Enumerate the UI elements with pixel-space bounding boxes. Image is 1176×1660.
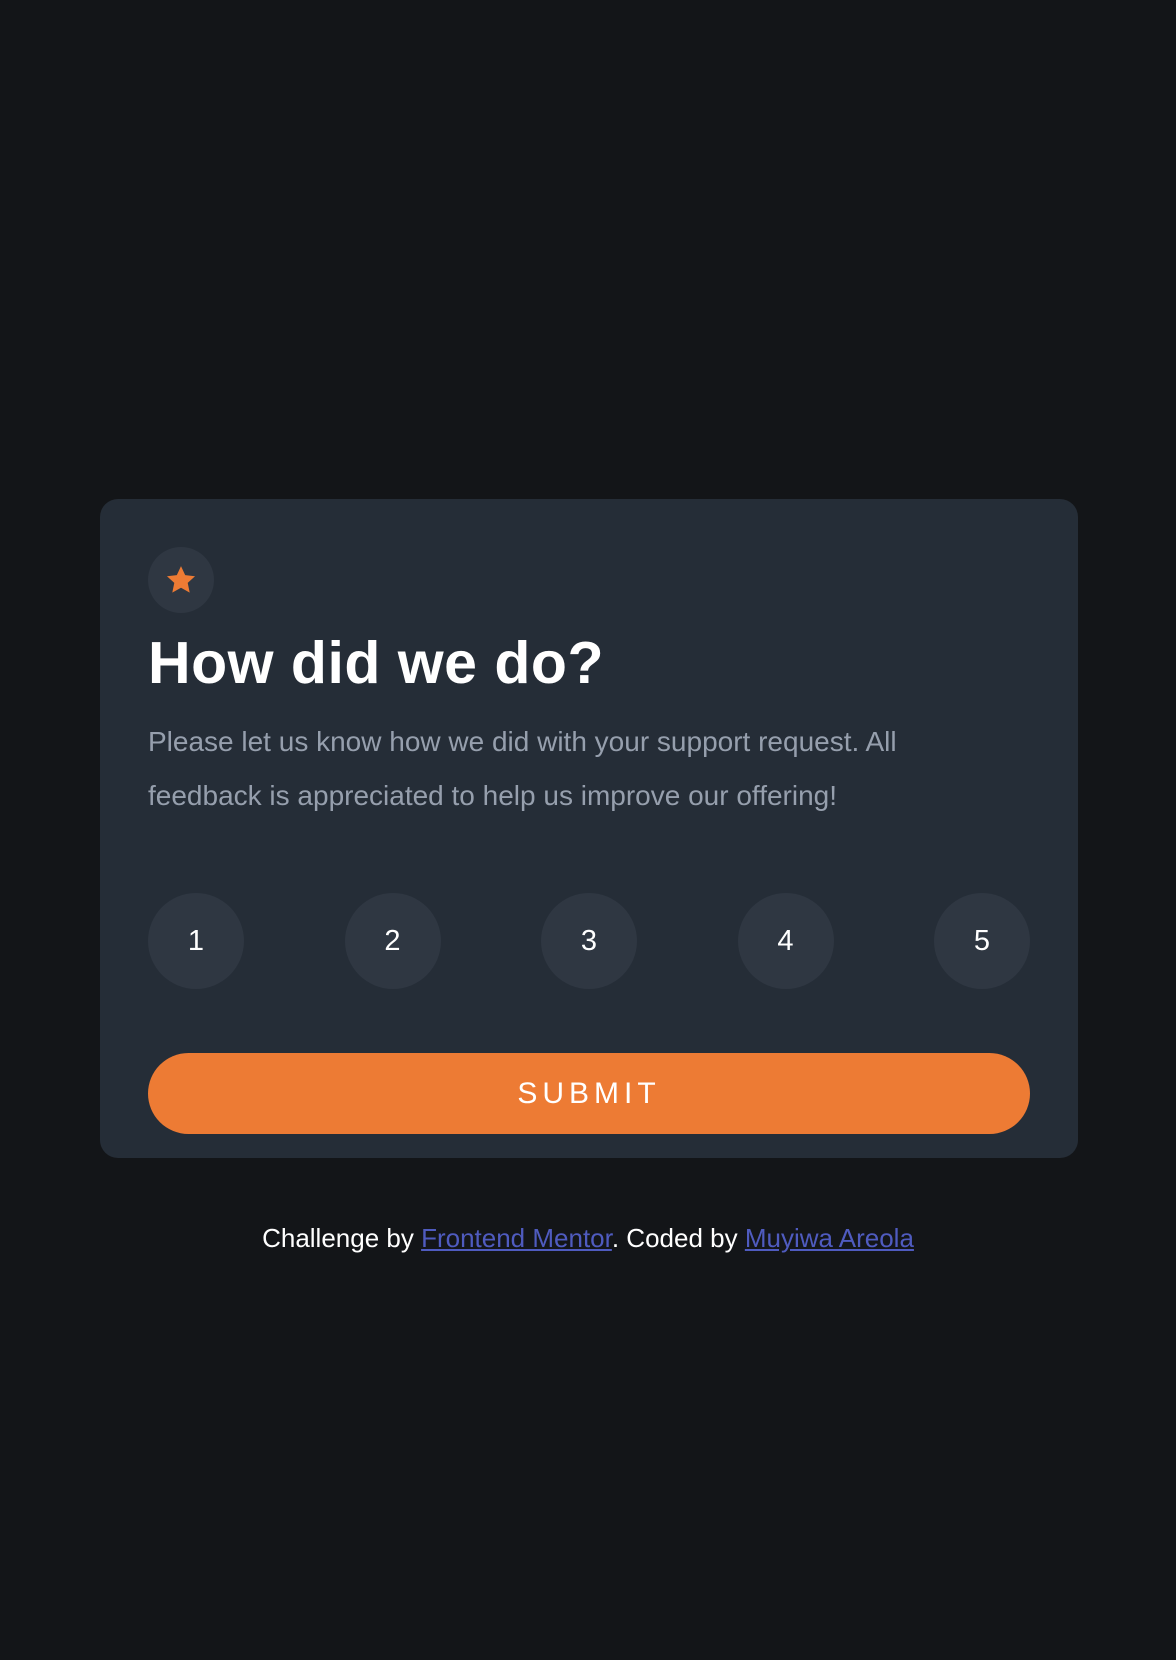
attribution-prefix: Challenge by	[262, 1223, 422, 1253]
star-badge	[148, 547, 214, 613]
page-title: How did we do?	[148, 630, 605, 696]
star-icon	[166, 566, 196, 593]
rating-option-2[interactable]: 2	[344, 893, 441, 989]
author-link[interactable]: Muyiwa Areola	[745, 1223, 914, 1253]
rating-option-4[interactable]: 4	[737, 893, 834, 989]
rating-options: 1 2 3 4 5	[148, 893, 1030, 989]
description-text: Please let us know how we did with your …	[148, 726, 897, 811]
rating-option-3[interactable]: 3	[541, 893, 637, 989]
frontend-mentor-link[interactable]: Frontend Mentor	[421, 1223, 612, 1253]
submit-button[interactable]: SUBMIT	[148, 1053, 1030, 1134]
rating-option-5[interactable]: 5	[934, 893, 1030, 989]
attribution-middle: . Coded by	[611, 1223, 745, 1253]
rating-option-1[interactable]: 1	[148, 893, 244, 989]
rating-card: How did we do? Please let us know how we…	[100, 499, 1078, 1158]
attribution-footer: Challenge by Frontend Mentor. Coded by M…	[0, 1218, 1176, 1258]
